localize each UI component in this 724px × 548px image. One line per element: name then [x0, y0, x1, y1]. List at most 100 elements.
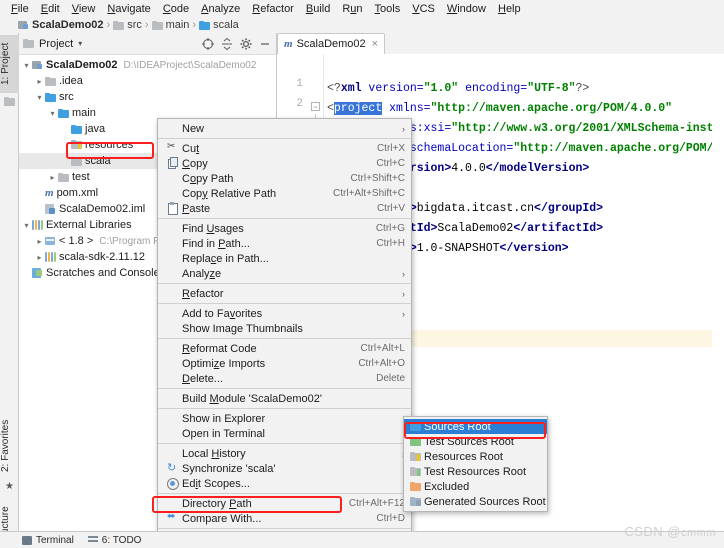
editor-tab-scalademo02[interactable]: m ScalaDemo02 × — [277, 33, 386, 54]
compare-icon — [167, 511, 178, 524]
menu-item-show-in-explorer[interactable]: Show in Explorer — [158, 411, 411, 426]
chevron-down-icon[interactable]: ▾ — [34, 89, 45, 105]
menu-view[interactable]: View — [66, 2, 102, 16]
menu-item-label: Add to Favorites — [182, 307, 263, 320]
line-number: 1 — [296, 78, 303, 90]
tree-row[interactable]: ▸ .idea — [19, 73, 276, 89]
folder-blue-icon — [410, 421, 424, 432]
chevron-down-icon[interactable]: ▾ — [47, 105, 58, 121]
star-icon: ★ — [5, 481, 14, 492]
chevron-down-icon[interactable]: ▾ — [21, 217, 32, 233]
menu-help[interactable]: Help — [492, 2, 527, 16]
menu-item-icon-slot — [166, 478, 179, 490]
menu-item-compare-with[interactable]: Compare With... Ctrl+D — [158, 511, 411, 526]
breadcrumb-item-scala[interactable]: scala — [199, 19, 239, 31]
menu-run[interactable]: Run — [336, 2, 368, 16]
menu-item-label: Show in Explorer — [182, 412, 266, 425]
todo-icon — [87, 535, 98, 545]
module-icon — [32, 60, 43, 70]
menu-item-copy[interactable]: Copy Ctrl+C — [158, 156, 411, 171]
submenu-item-generated-sources-root[interactable]: Generated Sources Root — [404, 494, 547, 509]
menu-code[interactable]: Code — [157, 2, 195, 16]
submenu-arrow-icon: › — [402, 288, 405, 299]
menu-item-add-to-favorites[interactable]: Add to Favorites › — [158, 306, 411, 321]
menu-refactor[interactable]: Refactor — [246, 2, 300, 16]
folder-green-icon — [410, 436, 424, 447]
menu-item-show-image-thumbnails[interactable]: Show Image Thumbnails — [158, 321, 411, 336]
code-token: "UTF-8" — [527, 82, 576, 95]
settings-gear-icon[interactable] — [239, 37, 253, 51]
locate-icon[interactable] — [201, 37, 215, 51]
chevron-right-icon[interactable]: ▸ — [34, 249, 45, 265]
editor-tab-bar: m ScalaDemo02 × — [277, 33, 724, 54]
status-bar-item-terminal[interactable]: Terminal — [22, 535, 74, 546]
tree-item-label: java — [85, 123, 106, 135]
code-token: 1.0-SNAPSHOT — [416, 242, 500, 255]
tree-item-label: < 1.8 > — [59, 235, 94, 247]
menu-vcs[interactable]: VCS — [406, 2, 441, 16]
menu-item-local-history[interactable]: Local History› — [158, 446, 411, 461]
close-icon[interactable]: × — [372, 38, 378, 50]
menu-item-copy-relative-path[interactable]: Copy Relative Path Ctrl+Alt+Shift+C — [158, 186, 411, 201]
menu-item-edit-scopes[interactable]: Edit Scopes... — [158, 476, 411, 491]
menu-item-replace-in-path[interactable]: Replace in Path... — [158, 251, 411, 266]
mark-directory-as-submenu[interactable]: Sources Root Test Sources Root Resources R… — [403, 416, 548, 512]
menu-build[interactable]: Build — [300, 2, 336, 16]
menu-item-synchronize-scala[interactable]: Synchronize 'scala' — [158, 461, 411, 476]
submenu-item-test-resources-root[interactable]: Test Resources Root — [404, 464, 547, 479]
editor-scroll-markers[interactable] — [712, 54, 724, 531]
chevron-down-icon[interactable]: ▾ — [78, 39, 82, 48]
fold-arrow-icon[interactable]: − — [311, 102, 320, 112]
tree-row[interactable]: ▾ src — [19, 89, 276, 105]
breadcrumb-item-main[interactable]: main — [151, 19, 189, 31]
menu-tools[interactable]: Tools — [369, 2, 407, 16]
menu-separator — [158, 303, 411, 304]
chevron-right-icon[interactable]: ▸ — [34, 233, 45, 249]
menu-analyze[interactable]: Analyze — [195, 2, 246, 16]
sidebar-item-favorites[interactable]: 2: Favorites — [0, 413, 19, 479]
submenu-item-sources-root[interactable]: Sources Root — [404, 419, 547, 434]
folder-icon — [71, 124, 82, 134]
status-bar-label: 6: TODO — [101, 534, 142, 546]
menu-item-cut[interactable]: Cut Ctrl+X — [158, 141, 411, 156]
folder-testres-icon — [410, 466, 424, 477]
menu-window[interactable]: Window — [441, 2, 492, 16]
menu-item-paste[interactable]: Paste Ctrl+V — [158, 201, 411, 216]
menu-navigate[interactable]: Navigate — [101, 2, 156, 16]
submenu-item-label: Resources Root — [424, 450, 503, 463]
menu-item-refactor[interactable]: Refactor › — [158, 286, 411, 301]
breadcrumb-item-src[interactable]: src — [113, 19, 142, 31]
submenu-arrow-icon: › — [402, 123, 405, 134]
chevron-right-icon[interactable]: ▸ — [47, 169, 58, 185]
copy-icon — [167, 157, 178, 169]
tree-row[interactable]: ▾ ScalaDemo02 D:\IDEAProject\ScalaDemo02 — [19, 57, 276, 73]
submenu-item-excluded[interactable]: Excluded — [404, 479, 547, 494]
context-menu[interactable]: New › Cut Ctrl+X Copy Ctrl+C Copy Path Ctrl+Shi… — [157, 118, 412, 548]
breadcrumb-item-scalademo02[interactable]: ScalaDemo02 — [18, 19, 104, 31]
submenu-item-test-sources-root[interactable]: Test Sources Root — [404, 434, 547, 449]
chevron-down-icon[interactable]: ▾ — [21, 57, 32, 73]
menu-item-directory-path[interactable]: Directory Path Ctrl+Alt+F12 — [158, 496, 411, 511]
menu-item-find-in-path[interactable]: Find in Path... Ctrl+H — [158, 236, 411, 251]
menu-bar: File Edit View Navigate Code Analyze Refactor B… — [0, 0, 724, 17]
menu-file[interactable]: File — [5, 2, 35, 16]
hide-panel-icon[interactable] — [258, 37, 272, 51]
menu-item-find-usages[interactable]: Find Usages Ctrl+G — [158, 221, 411, 236]
menu-item-build-module-scalademo02[interactable]: Build Module 'ScalaDemo02' — [158, 391, 411, 406]
menu-item-analyze[interactable]: Analyze › — [158, 266, 411, 281]
sidebar-item-project[interactable]: 1: Project — [0, 35, 19, 93]
sync-icon — [167, 461, 178, 474]
menu-item-open-in-terminal[interactable]: Open in Terminal — [158, 426, 411, 441]
code-token: xml — [340, 82, 362, 95]
status-bar-item-6-todo[interactable]: 6: TODO — [87, 534, 142, 546]
menu-item-optimize-imports[interactable]: Optimize Imports Ctrl+Alt+O — [158, 356, 411, 371]
menu-edit[interactable]: Edit — [35, 2, 66, 16]
menu-item-new[interactable]: New › — [158, 121, 411, 136]
menu-item-copy-path[interactable]: Copy Path Ctrl+Shift+C — [158, 171, 411, 186]
chevron-right-icon[interactable]: ▸ — [34, 73, 45, 89]
submenu-item-resources-root[interactable]: Resources Root — [404, 449, 547, 464]
collapse-all-icon[interactable] — [220, 37, 234, 51]
menu-item-delete[interactable]: Delete... Delete — [158, 371, 411, 386]
menu-item-reformat-code[interactable]: Reformat Code Ctrl+Alt+L — [158, 341, 411, 356]
menu-item-label: Reformat Code — [182, 342, 257, 355]
